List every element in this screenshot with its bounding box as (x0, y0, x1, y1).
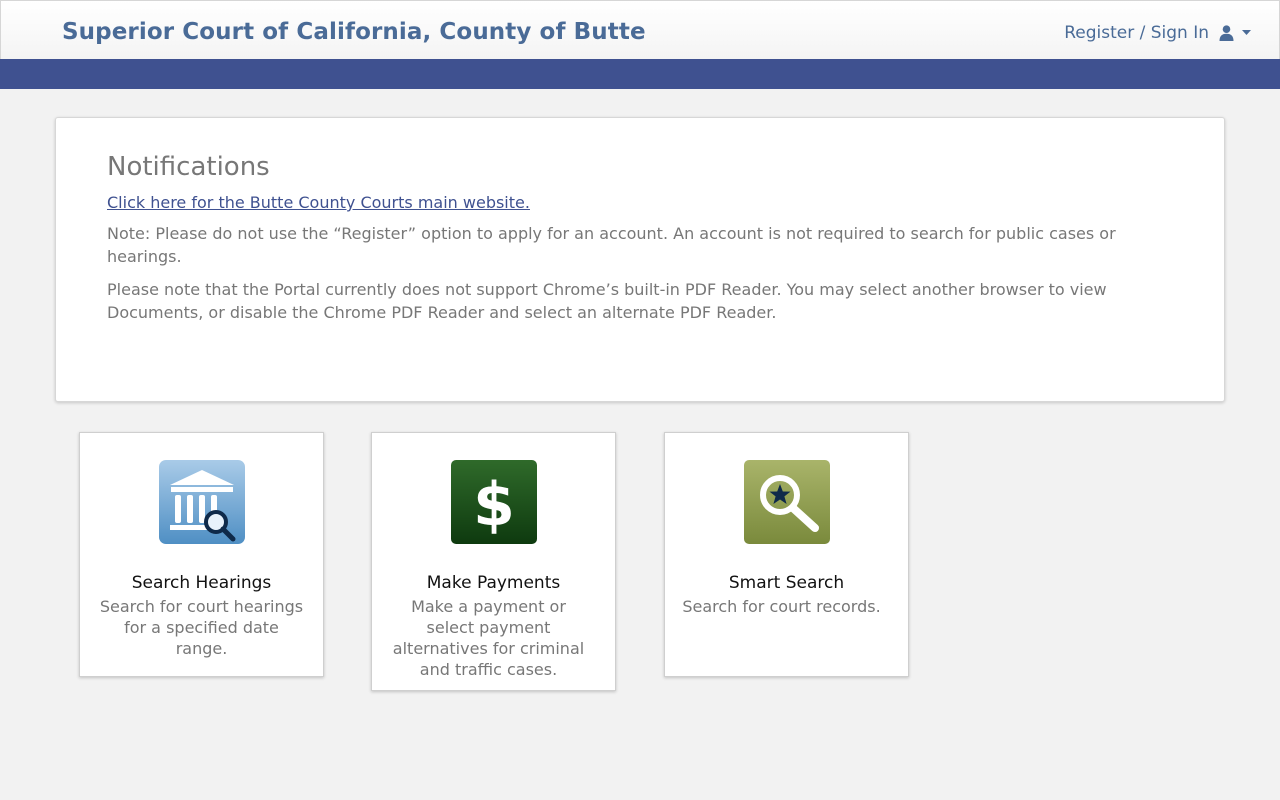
caret-down-icon (1242, 30, 1251, 35)
notifications-panel: Notifications Click here for the Butte C… (55, 117, 1225, 402)
smart-search-title: Smart Search (728, 573, 845, 593)
make-payments-title: Make Payments (426, 573, 561, 593)
search-hearings-description: Search for court hearings for a specifie… (99, 597, 304, 658)
svg-text:$: $ (473, 470, 515, 540)
search-hearings-title: Search Hearings (131, 573, 272, 593)
register-sign-in-label: Register / Sign In (1064, 23, 1209, 43)
search-hearings-tile[interactable]: Search Hearings Search for court hearing… (79, 432, 324, 677)
notifications-heading: Notifications (107, 152, 270, 182)
user-icon (1219, 25, 1234, 41)
star-magnifier-icon (744, 460, 830, 544)
make-payments-description: Make a payment or select payment alterna… (392, 597, 585, 679)
top-header: Superior Court of California, County of … (0, 0, 1280, 59)
smart-search-description: Search for court records. (682, 597, 881, 616)
courthouse-search-icon (159, 460, 245, 544)
site-title[interactable]: Superior Court of California, County of … (62, 19, 646, 45)
register-note: Note: Please do not use the “Register” o… (107, 224, 1116, 266)
brand-bar (0, 59, 1280, 89)
make-payments-tile[interactable]: $ Make Payments Make a payment or select… (371, 432, 616, 691)
main-website-link[interactable]: Click here for the Butte County Courts m… (107, 192, 530, 214)
dollar-icon: $ (451, 460, 537, 544)
pdf-reader-note: Please note that the Portal currently do… (107, 280, 1107, 322)
smart-search-tile[interactable]: Smart Search Search for court records. (664, 432, 909, 677)
register-sign-in-menu[interactable]: Register / Sign In (1064, 23, 1251, 43)
